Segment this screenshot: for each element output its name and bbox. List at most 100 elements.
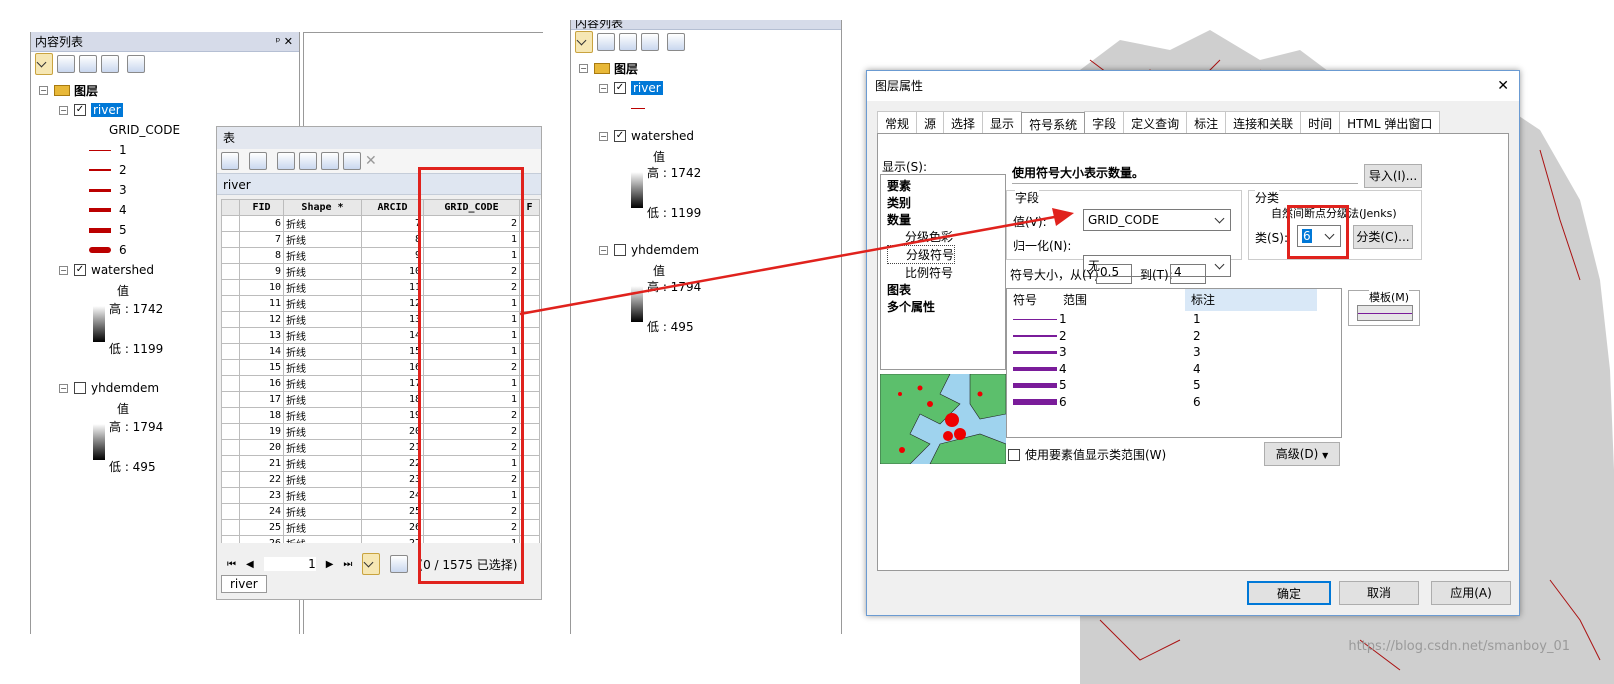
value-field-select[interactable]: GRID_CODE	[1083, 209, 1231, 231]
row-selector[interactable]	[221, 503, 240, 520]
row-selector[interactable]	[221, 487, 240, 504]
class-row[interactable]: 55	[1007, 377, 1341, 394]
symbol-column-header[interactable]: 符号	[1007, 289, 1059, 311]
range-column-header[interactable]: 范围	[1059, 289, 1185, 311]
class-symbol[interactable]	[1013, 398, 1057, 405]
layer-visibility-checkbox[interactable]	[614, 244, 626, 256]
layer-visibility-checkbox[interactable]: ✓	[614, 82, 626, 94]
row-selector[interactable]	[221, 343, 240, 360]
class-label[interactable]: 3	[1187, 345, 1201, 359]
column-header[interactable]: FID	[239, 199, 284, 216]
tab-1[interactable]: 源	[916, 111, 945, 135]
show-item-multiple-attributes[interactable]: 多个属性	[887, 298, 999, 315]
show-item-categories[interactable]: 类别	[887, 194, 999, 211]
tab-0[interactable]: 常规	[877, 111, 918, 135]
class-range[interactable]: 2	[1057, 329, 1187, 343]
toc-layer-river[interactable]: − ✓ river	[39, 100, 299, 120]
class-symbol[interactable]	[1013, 366, 1057, 371]
row-selector-header[interactable]	[221, 199, 240, 216]
class-symbol[interactable]	[1013, 318, 1057, 320]
prev-record-icon[interactable]: ◀	[246, 559, 254, 570]
row-selector[interactable]	[221, 375, 240, 392]
show-item-proportional-symbols[interactable]: 比例符号	[887, 264, 999, 281]
class-range[interactable]: 4	[1057, 362, 1187, 376]
cancel-button[interactable]: 取消	[1339, 581, 1419, 605]
column-header[interactable]: Shape *	[283, 199, 362, 216]
row-selector[interactable]	[221, 455, 240, 472]
toc-root-layers[interactable]: − 图层	[39, 80, 299, 100]
tab-3[interactable]: 显示	[982, 111, 1023, 135]
layer-name[interactable]: river	[631, 81, 663, 95]
first-record-icon[interactable]: ⏮	[227, 559, 236, 570]
layer-visibility-checkbox[interactable]: ✓	[74, 264, 86, 276]
list-by-source-icon[interactable]	[57, 55, 75, 73]
row-selector[interactable]	[221, 247, 240, 264]
size-to-input[interactable]: 4	[1170, 264, 1206, 284]
list-by-visibility-icon[interactable]	[79, 55, 97, 73]
list-by-visibility-icon[interactable]	[619, 33, 637, 51]
row-selector[interactable]	[221, 231, 240, 248]
layer-name[interactable]: watershed	[91, 263, 154, 277]
class-range[interactable]: 6	[1057, 395, 1187, 409]
toc-layer-river[interactable]: − ✓ river	[579, 78, 841, 98]
row-selector[interactable]	[221, 279, 240, 296]
pin-close-icon[interactable]: ᵖ ✕	[276, 32, 293, 52]
class-symbol[interactable]	[1013, 350, 1057, 354]
use-extent-option[interactable]: 使用要素值显示类范围(W)	[1008, 446, 1166, 463]
class-row[interactable]: 44	[1007, 361, 1341, 378]
class-label[interactable]: 1	[1187, 312, 1201, 326]
related-tables-icon[interactable]	[249, 152, 267, 170]
next-record-icon[interactable]: ▶	[326, 559, 334, 570]
show-all-records-icon[interactable]	[362, 553, 381, 575]
collapse-icon[interactable]: −	[59, 383, 68, 393]
show-item-features[interactable]: 要素	[887, 177, 999, 194]
row-selector[interactable]	[221, 215, 240, 232]
list-by-selection-icon[interactable]	[641, 33, 659, 51]
delete-selected-icon[interactable]: ✕	[365, 153, 377, 169]
ok-button[interactable]: 确定	[1247, 581, 1331, 605]
collapse-icon[interactable]: −	[39, 85, 48, 95]
collapse-icon[interactable]: −	[599, 83, 608, 93]
tab-2[interactable]: 选择	[943, 111, 984, 135]
row-selector[interactable]	[221, 295, 240, 312]
toc-root-layers[interactable]: − 图层	[579, 58, 841, 78]
class-label[interactable]: 4	[1187, 362, 1201, 376]
class-symbol[interactable]	[1013, 382, 1057, 388]
show-item-quantities[interactable]: 数量	[887, 211, 999, 228]
table-tab-river[interactable]: river	[221, 575, 267, 593]
row-selector[interactable]	[221, 263, 240, 280]
collapse-icon[interactable]: −	[59, 105, 68, 115]
tab-9[interactable]: 时间	[1300, 111, 1341, 135]
clear-selection-icon[interactable]	[321, 152, 339, 170]
label-column-header[interactable]: 标注	[1185, 289, 1317, 311]
class-row[interactable]: 11	[1007, 311, 1341, 328]
layer-name[interactable]: yhdemdem	[91, 381, 159, 395]
size-from-input[interactable]: 0.5	[1096, 264, 1132, 284]
close-icon[interactable]: ✕	[1497, 71, 1509, 101]
row-selector[interactable]	[221, 471, 240, 488]
options-icon[interactable]	[667, 33, 685, 51]
row-selector[interactable]	[221, 535, 240, 543]
use-extent-checkbox[interactable]	[1008, 448, 1020, 461]
list-by-selection-icon[interactable]	[101, 55, 119, 73]
layer-visibility-checkbox[interactable]: ✓	[614, 130, 626, 142]
collapse-icon[interactable]: −	[599, 131, 608, 141]
layer-visibility-checkbox[interactable]	[74, 382, 86, 394]
class-row[interactable]: 22	[1007, 328, 1341, 345]
list-by-source-icon[interactable]	[597, 33, 615, 51]
apply-button[interactable]: 应用(A)	[1431, 581, 1511, 605]
class-label[interactable]: 5	[1187, 378, 1201, 392]
class-row[interactable]: 33	[1007, 344, 1341, 361]
import-button[interactable]: 导入(I)...	[1364, 164, 1422, 188]
tab-10[interactable]: HTML 弹出窗口	[1339, 111, 1441, 135]
collapse-icon[interactable]: −	[599, 245, 608, 255]
switch-selection-icon[interactable]	[299, 152, 317, 170]
list-by-drawing-order-icon[interactable]	[575, 31, 593, 53]
list-by-drawing-order-icon[interactable]	[35, 53, 53, 75]
row-selector[interactable]	[221, 407, 240, 424]
options-icon[interactable]	[127, 55, 145, 73]
table-options-icon[interactable]	[221, 152, 239, 170]
row-selector[interactable]	[221, 391, 240, 408]
layer-name[interactable]: yhdemdem	[631, 243, 699, 257]
template-symbol-button[interactable]	[1357, 305, 1413, 321]
